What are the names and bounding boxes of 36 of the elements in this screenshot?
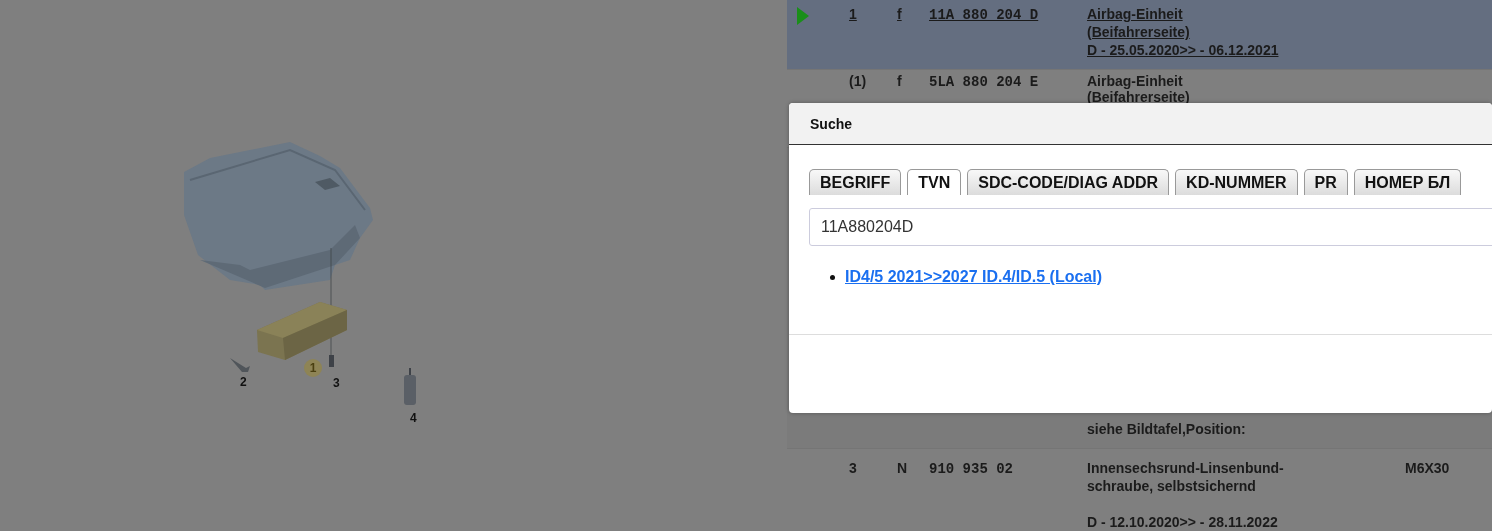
result-link[interactable]: ID4/5 2021>>2027 ID.4/ID.5 (Local) [845, 268, 1103, 286]
code-letter: f [897, 73, 902, 89]
callout-number[interactable]: 1 [304, 359, 322, 377]
tab[interactable]: НОМЕР БЛ [1353, 169, 1462, 195]
tab[interactable]: PR [1303, 169, 1348, 195]
callout-number[interactable]: 4 [410, 412, 417, 425]
part-number: 910 935 02 [929, 461, 1013, 477]
tab[interactable]: KD-NUMMER [1175, 169, 1298, 195]
tab[interactable]: TVN [907, 169, 962, 195]
part-number[interactable]: 11A 880 204 D [929, 7, 1039, 23]
tab[interactable]: BEGRIFF [809, 169, 902, 195]
description-line: schraube, selbstsichernd [1087, 478, 1256, 494]
bullet-icon [830, 274, 835, 280]
table-row[interactable]: 1 f 11A 880 204 D Airbag-Einheit (Beifahrerseite) D - 25.05.2020>> - 06.12.2021 [787, 0, 1492, 69]
table-row[interactable]: 3 N 910 935 02 Innensechsrund-Linsenbund- schraube, selbstsichernd D - 12.10.2020>> - 28.11.2022 M6X30 [787, 448, 1492, 531]
position-number[interactable]: 1 [849, 6, 857, 22]
description-line[interactable]: Airbag-Einheit [1087, 6, 1183, 22]
validity-text: D - 12.10.2020>> - 28.11.2022 [1087, 514, 1278, 530]
description-line: Innensechsrund-Linsenbund- [1087, 460, 1284, 476]
position-number: 3 [849, 460, 857, 476]
tab[interactable]: SDC-CODE/DIAG ADDR [967, 169, 1170, 195]
part-number: 5LA 880 204 E [929, 74, 1039, 90]
code-letter: N [897, 460, 908, 476]
search-field[interactable]: 11A880204D [809, 208, 1492, 246]
callout-number[interactable]: 2 [240, 376, 247, 389]
position-number: (1) [849, 73, 867, 89]
remark: M6X30 [1405, 460, 1450, 476]
play-icon [797, 7, 809, 25]
description-line[interactable]: D - 25.05.2020>> - 06.12.2021 [1087, 42, 1279, 58]
code-letter[interactable]: f [897, 6, 902, 22]
dialog-title: Suche [810, 115, 852, 132]
description-line: (Beifahrerseite) [1087, 89, 1190, 105]
description-line: siehe Bildtafel,Position: [1087, 421, 1246, 437]
description-line[interactable]: (Beifahrerseite) [1087, 24, 1190, 40]
description-line: Airbag-Einheit [1087, 73, 1183, 89]
callout-number[interactable]: 3 [333, 377, 340, 390]
